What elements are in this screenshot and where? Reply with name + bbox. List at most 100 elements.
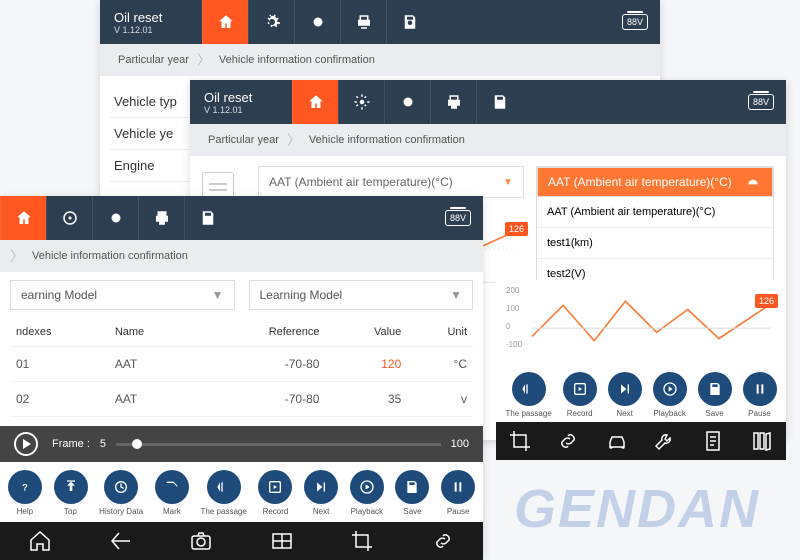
list-item[interactable]: AAT (Ambient air temperature)(°C) (537, 167, 773, 197)
grid-icon[interactable] (270, 529, 294, 553)
pause-button[interactable]: Pause (743, 372, 777, 418)
breadcrumb-item[interactable]: Vehicle information confirmation (24, 250, 196, 262)
parameter-dropdown[interactable]: AAT (Ambient air temperature)(°C) ▼ (258, 166, 524, 198)
tab-print[interactable] (138, 196, 184, 240)
save-button[interactable]: Save (698, 372, 732, 418)
timeline-track[interactable] (116, 443, 441, 446)
titlebar: Oil reset V 1.12.01 88V (190, 80, 786, 124)
y-tick: 200 (506, 286, 519, 295)
tab-settings[interactable] (46, 196, 92, 240)
tab-record[interactable] (92, 196, 138, 240)
gauge-icon (744, 175, 762, 189)
col-unit: Unit (407, 318, 473, 347)
tab-settings[interactable] (248, 0, 294, 44)
play-button[interactable] (14, 432, 38, 456)
home-icon[interactable] (28, 529, 52, 553)
col-value: Value (325, 318, 407, 347)
app-title: Oil reset (204, 90, 252, 105)
value-badge: 126 (505, 222, 528, 236)
window-data-table: 88V 〉 Vehicle information confirmation e… (0, 196, 483, 560)
col-reference: Reference (195, 318, 326, 347)
link-icon[interactable] (431, 529, 455, 553)
window-2-lower: 200 100 0 -100 126 The passage Record Ne… (496, 280, 786, 455)
timeline-handle[interactable] (132, 439, 142, 449)
tab-save[interactable] (386, 0, 432, 44)
titlebar: Oil reset V 1.12.01 88V (100, 0, 660, 44)
list-item-label: test2(V) (547, 268, 586, 280)
top-button[interactable]: Top (54, 470, 88, 516)
mark-button[interactable]: Mark (155, 470, 189, 516)
svg-text:?: ? (22, 482, 28, 492)
save-button[interactable]: Save (395, 470, 429, 516)
battery-indicator: 88V (445, 210, 471, 226)
tab-home[interactable] (292, 80, 338, 124)
report-icon[interactable] (701, 429, 725, 453)
camera-icon[interactable] (189, 529, 213, 553)
watermark: GENDAN (514, 478, 760, 540)
chevron-right-icon: 〉 (10, 246, 24, 266)
table-row[interactable]: 02AAT-70-8035v (10, 382, 473, 417)
breadcrumb-item[interactable]: Particular year (200, 134, 287, 146)
crop-icon[interactable] (508, 429, 532, 453)
history-button[interactable]: History Data (99, 470, 143, 516)
tab-save[interactable] (184, 196, 230, 240)
tab-save[interactable] (476, 80, 522, 124)
list-item-label: AAT (Ambient air temperature)(°C) (547, 206, 715, 218)
tab-print[interactable] (430, 80, 476, 124)
model-select-2[interactable]: Learning Model▼ (249, 280, 474, 310)
record-button[interactable]: Record (258, 470, 292, 516)
breadcrumb: Particular year 〉 Vehicle information co… (190, 124, 786, 156)
pause-button[interactable]: Pause (441, 470, 475, 516)
dropdown-label: AAT (Ambient air temperature)(°C) (269, 175, 453, 189)
col-name: Name (109, 318, 195, 347)
breadcrumb-item[interactable]: Particular year (110, 54, 197, 66)
value-badge: 126 (755, 294, 778, 308)
tab-record[interactable] (294, 0, 340, 44)
list-item-label: test1(km) (547, 237, 593, 249)
playback-controls: The passage Record Next Playback Save Pa… (496, 362, 786, 422)
col-index: ndexes (10, 318, 109, 347)
app-version: V 1.12.01 (204, 105, 252, 115)
chevron-down-icon: ▼ (503, 177, 513, 188)
tab-record[interactable] (384, 80, 430, 124)
breadcrumb-item[interactable]: Vehicle information confirmation (301, 134, 473, 146)
timeline: Frame : 5 100 (0, 426, 483, 462)
frame-label: Frame : (52, 438, 90, 450)
back-icon[interactable] (109, 529, 133, 553)
wrench-icon[interactable] (653, 429, 677, 453)
help-button[interactable]: ?Help (8, 470, 42, 516)
tab-home[interactable] (202, 0, 248, 44)
playback-button[interactable]: Playback (653, 372, 687, 418)
next-button[interactable]: Next (608, 372, 642, 418)
chevron-right-icon: 〉 (287, 130, 301, 150)
passage-button[interactable]: The passage (505, 372, 551, 418)
playback-controls: ?Help Top History Data Mark The passage … (0, 462, 483, 522)
frame-current: 5 (100, 438, 106, 450)
chevron-right-icon: 〉 (197, 50, 211, 70)
playback-button[interactable]: Playback (350, 470, 384, 516)
app-version: V 1.12.01 (114, 25, 162, 35)
breadcrumb: Particular year 〉 Vehicle information co… (100, 44, 660, 76)
chevron-down-icon: ▼ (212, 288, 224, 302)
breadcrumb-item[interactable]: Vehicle information confirmation (211, 54, 383, 66)
next-button[interactable]: Next (304, 470, 338, 516)
chart-2: 200 100 0 -100 126 (506, 284, 776, 362)
library-icon[interactable] (750, 429, 774, 453)
list-item-label: AAT (Ambient air temperature)(°C) (548, 175, 732, 189)
crop-icon[interactable] (350, 529, 374, 553)
breadcrumb: 〉 Vehicle information confirmation (0, 240, 483, 272)
bottom-toolbar (496, 422, 786, 460)
list-item[interactable]: AAT (Ambient air temperature)(°C) (537, 197, 773, 228)
tab-settings[interactable] (338, 80, 384, 124)
y-tick: 100 (506, 304, 519, 313)
car-icon[interactable] (605, 429, 629, 453)
tab-home[interactable] (0, 196, 46, 240)
list-item[interactable]: test1(km) (537, 228, 773, 259)
model-select-1[interactable]: earning Model▼ (10, 280, 235, 310)
tab-print[interactable] (340, 0, 386, 44)
passage-button[interactable]: The passage (201, 470, 247, 516)
link-icon[interactable] (556, 429, 580, 453)
table-row[interactable]: 01AAT-70-80120°C (10, 347, 473, 382)
record-button[interactable]: Record (563, 372, 597, 418)
chevron-down-icon: ▼ (450, 288, 462, 302)
